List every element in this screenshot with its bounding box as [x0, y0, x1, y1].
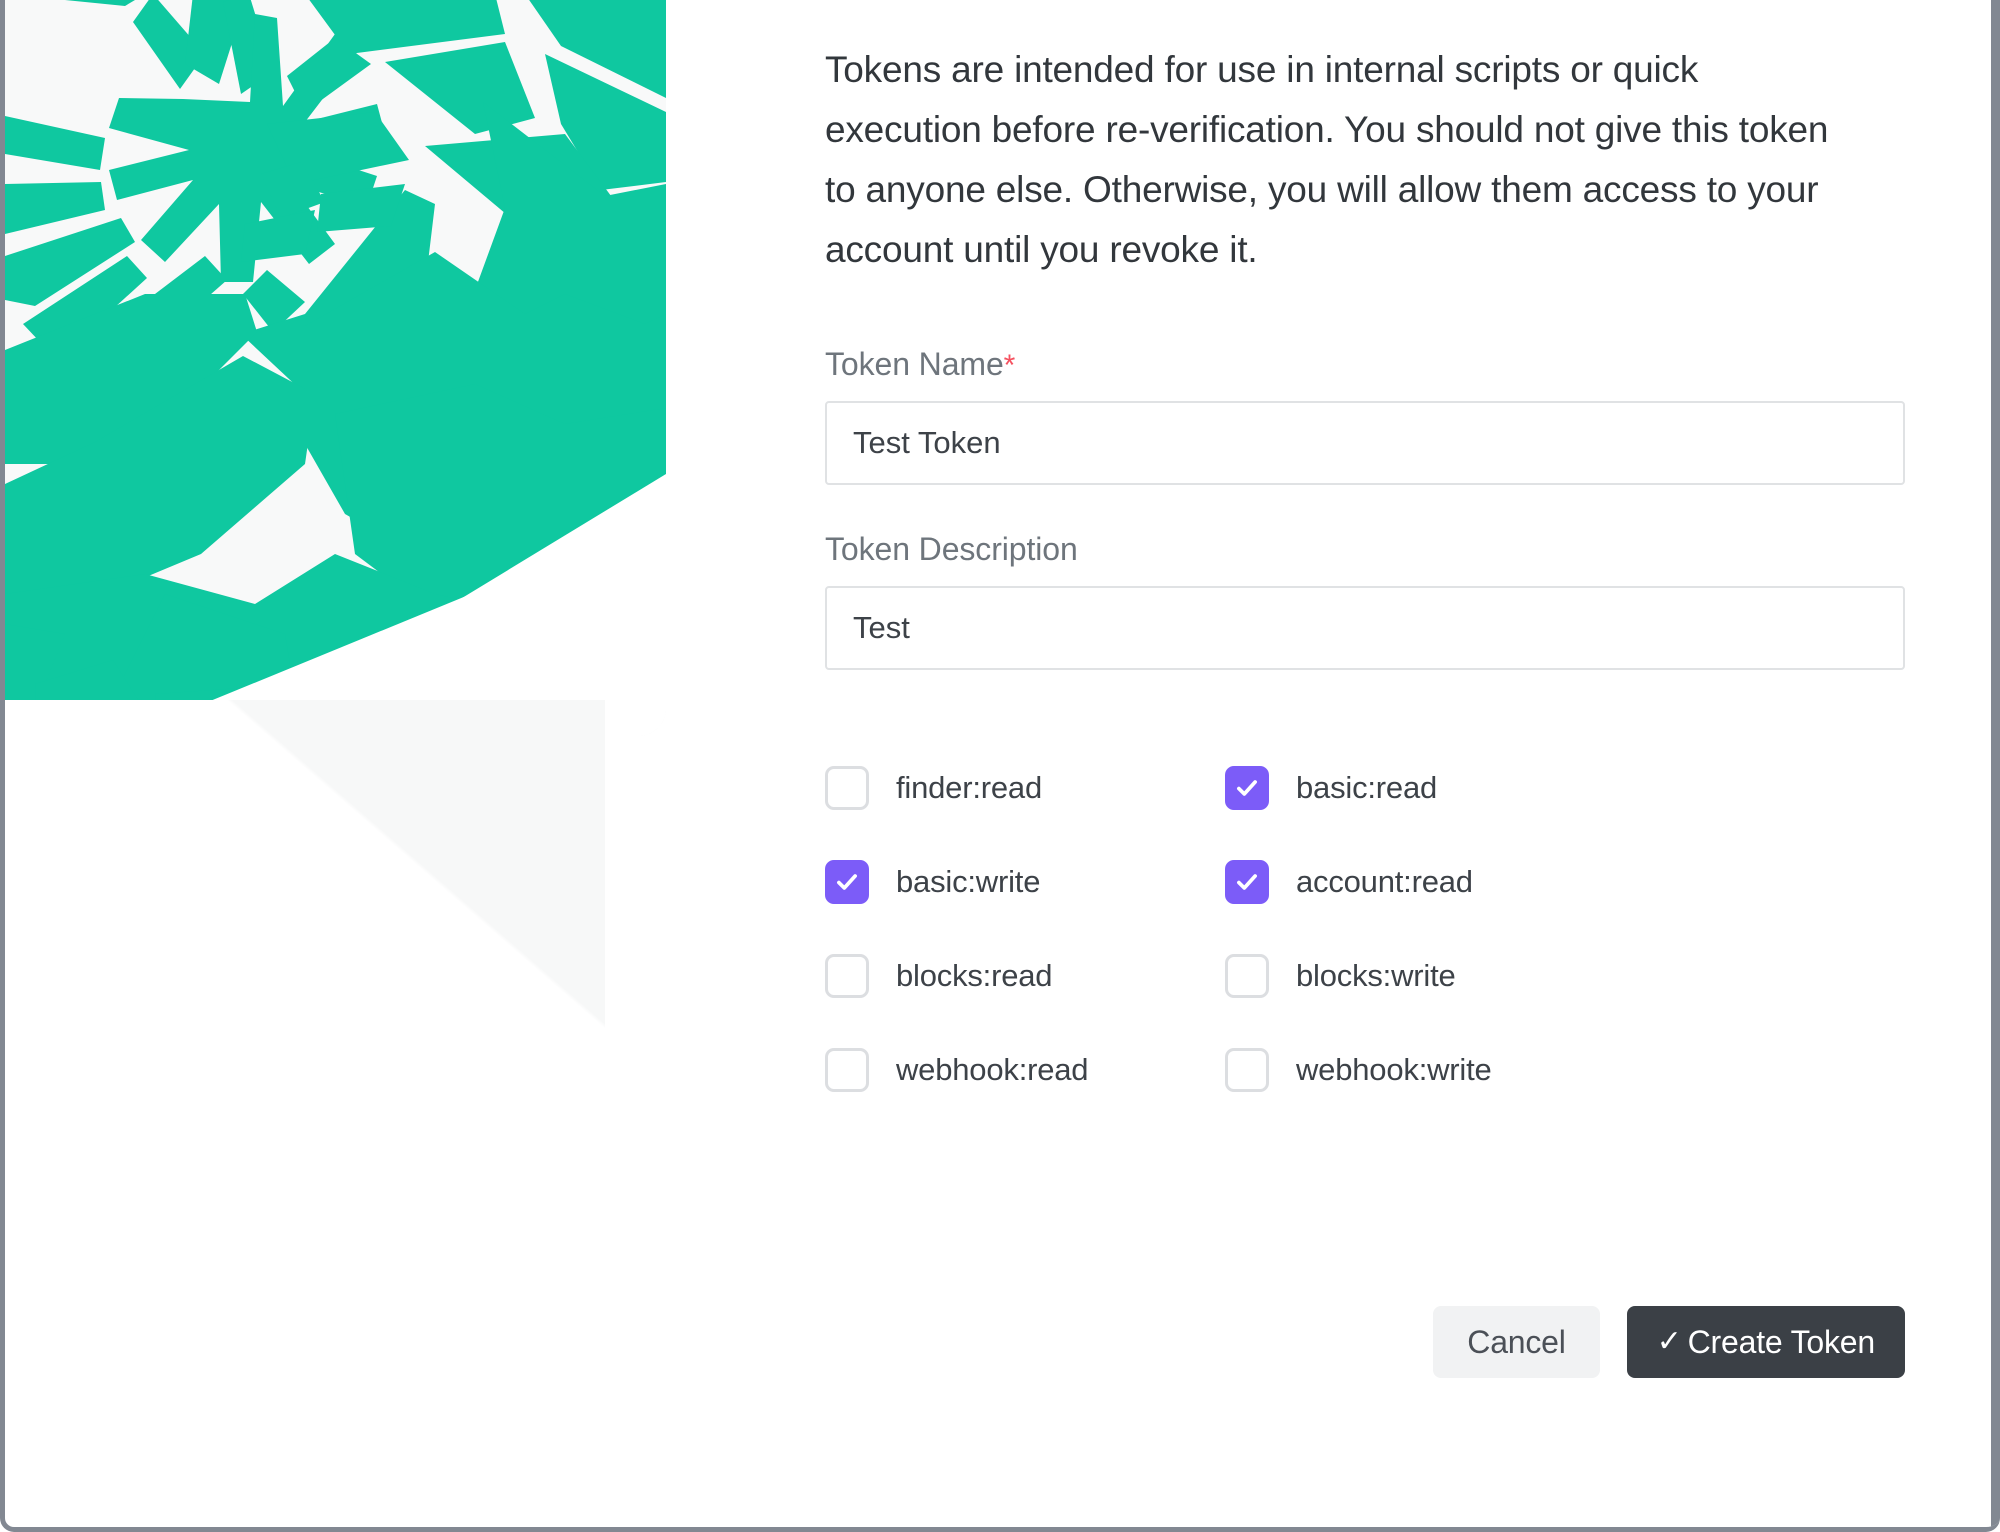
scope-label: basic:read: [1296, 770, 1438, 805]
intro-description: Tokens are intended for use in internal …: [825, 49, 1829, 270]
scope-label: basic:write: [896, 864, 1041, 899]
token-description-field-group: Token Description Test: [825, 531, 1905, 670]
token-form: Tokens are intended for use in internal …: [825, 0, 1905, 1096]
token-description-label: Token Description: [825, 531, 1078, 567]
scope-checkbox-item[interactable]: webhook:read: [825, 1044, 1225, 1096]
vertical-scrollbar[interactable]: [1991, 0, 2000, 1527]
cancel-button[interactable]: Cancel: [1433, 1306, 1600, 1378]
create-token-button[interactable]: ✓ Create Token: [1626, 1306, 1905, 1378]
create-token-button-label: Create Token: [1687, 1323, 1876, 1360]
scope-checkbox-item[interactable]: blocks:write: [1225, 950, 1905, 1002]
scope-checkbox-item[interactable]: basic:read: [1225, 762, 1905, 814]
scope-label: webhook:write: [1296, 1052, 1492, 1087]
scope-checkbox-item[interactable]: account:read: [1225, 856, 1905, 908]
decorative-art-panel: [5, 0, 666, 736]
token-name-field-group: Token Name* Test Token: [825, 346, 1905, 485]
checkbox-unchecked-icon[interactable]: [825, 1048, 869, 1092]
dialog-action-row: Cancel ✓ Create Token: [825, 1306, 1905, 1378]
scope-label: finder:read: [896, 770, 1043, 805]
checkbox-unchecked-icon[interactable]: [1225, 954, 1269, 998]
scope-checkbox-item[interactable]: blocks:read: [825, 950, 1225, 1002]
checkbox-unchecked-icon[interactable]: [825, 954, 869, 998]
scope-label: webhook:read: [896, 1052, 1089, 1087]
checkbox-checked-icon[interactable]: [825, 860, 869, 904]
scope-label: blocks:read: [896, 958, 1053, 993]
checkbox-unchecked-icon[interactable]: [825, 766, 869, 810]
scope-checkbox-item[interactable]: webhook:write: [1225, 1044, 1905, 1096]
checkbox-checked-icon[interactable]: [1225, 766, 1269, 810]
scope-label: blocks:write: [1296, 958, 1456, 993]
scopes-checkbox-grid: finder:read basic:read basic:write account:…: [825, 762, 1905, 1096]
token-name-input[interactable]: Test Token: [825, 401, 1905, 485]
token-description-input[interactable]: Test: [825, 586, 1905, 670]
checkbox-unchecked-icon[interactable]: [1225, 1048, 1269, 1092]
scope-checkbox-item[interactable]: finder:read: [825, 762, 1225, 814]
create-token-dialog: Tokens are intended for use in internal …: [0, 0, 2000, 1532]
token-name-label: Token Name*: [825, 346, 1905, 383]
checkbox-checked-icon[interactable]: [1225, 860, 1269, 904]
required-asterisk-icon: *: [1003, 349, 1016, 382]
check-icon: ✓: [1656, 1325, 1682, 1358]
scope-label: account:read: [1296, 864, 1473, 899]
abstract-shapes-graphic: [5, 0, 666, 736]
art-diagonal-fade: [5, 700, 605, 1030]
token-name-label-text: Token Name: [825, 346, 1004, 382]
scope-checkbox-item[interactable]: basic:write: [825, 856, 1225, 908]
